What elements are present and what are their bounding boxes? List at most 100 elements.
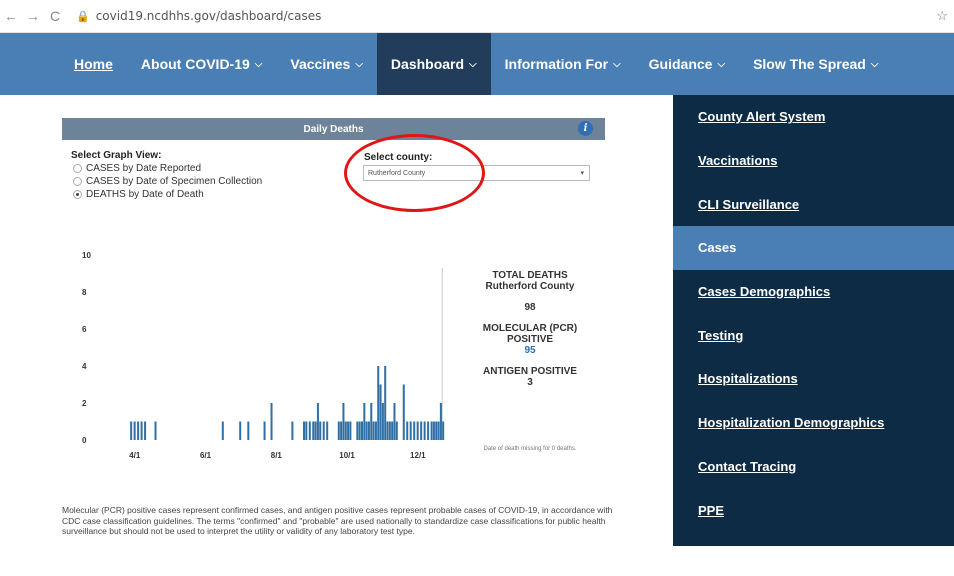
red-annotation-circle <box>344 134 485 212</box>
radio-button[interactable] <box>73 177 82 186</box>
sidebar-item-cli-surveillance[interactable]: CLI Surveillance <box>673 182 954 226</box>
deaths-bar <box>437 421 440 440</box>
y-tick-label: 6 <box>82 325 87 334</box>
y-tick-label: 2 <box>82 399 87 408</box>
deaths-bar <box>416 421 419 440</box>
deaths-bar <box>326 421 329 440</box>
deaths-bar <box>312 421 315 440</box>
sidebar-item-county-alert-system[interactable]: County Alert System <box>673 95 954 139</box>
bookmark-star-icon[interactable]: ☆ <box>936 8 948 24</box>
nav-dashboard[interactable]: Dashboard ⌵ <box>376 33 491 95</box>
nav-label: Vaccines <box>290 56 351 72</box>
deaths-bar <box>381 403 384 440</box>
radio-cases-by-specimen-date[interactable]: CASES by Date of Specimen Collection <box>73 176 262 187</box>
main-nav: Home About COVID-19 ⌵ Vaccines ⌵ Dashboard… <box>0 33 954 95</box>
sidebar-item-outbreaks-and-clusters[interactable]: Outbreaks and Clusters <box>673 532 954 576</box>
lock-icon: 🔒 <box>76 10 90 23</box>
nav-information-for[interactable]: Information For ⌵ <box>491 33 635 95</box>
sidebar-item-vaccinations[interactable]: Vaccinations <box>673 139 954 183</box>
sidebar-item-contact-tracing[interactable]: Contact Tracing <box>673 445 954 489</box>
sidebar-item-cases[interactable]: Cases <box>673 226 954 270</box>
y-tick-label: 10 <box>82 251 91 260</box>
chevron-down-icon: ⌵ <box>254 58 263 70</box>
forward-icon[interactable]: → <box>22 8 44 24</box>
deaths-bar <box>413 421 416 440</box>
nav-label: Slow The Spread <box>753 56 866 72</box>
deaths-bar <box>367 421 370 440</box>
deaths-bar <box>263 421 266 440</box>
missing-date-note: Date of death missing for 0 deaths. <box>483 446 577 452</box>
chevron-down-icon: ⌵ <box>870 58 879 70</box>
sidebar-item-hospitalizations[interactable]: Hospitalizations <box>673 357 954 401</box>
radio-button[interactable] <box>73 190 82 199</box>
deaths-bar <box>361 421 363 440</box>
chevron-down-icon: ⌵ <box>717 58 726 70</box>
deaths-bar <box>435 421 438 440</box>
deaths-bar <box>377 366 380 440</box>
deaths-bar <box>388 421 391 440</box>
panel-header: Daily Deaths i <box>62 118 605 140</box>
chevron-down-icon: ⌵ <box>355 58 363 70</box>
deaths-bar <box>430 421 433 440</box>
nav-label: About COVID-19 <box>140 56 250 72</box>
deaths-bar <box>239 421 242 440</box>
nav-label: Information For <box>504 56 609 72</box>
chevron-down-icon: ▾ <box>580 170 584 177</box>
nav-label: Guidance <box>648 56 713 72</box>
radio-label: CASES by Date Reported <box>86 163 202 174</box>
panel-title: Daily Deaths <box>303 123 364 135</box>
sidebar-item-hospitalization-demographics[interactable]: Hospitalization Demographics <box>673 401 954 445</box>
nav-about[interactable]: About COVID-19 ⌵ <box>127 33 276 95</box>
deaths-bar <box>365 421 368 440</box>
sidebar-item-cases-demographics[interactable]: Cases Demographics <box>673 270 954 314</box>
deaths-bar <box>391 421 394 440</box>
back-icon[interactable]: ← <box>0 8 22 24</box>
deaths-bar <box>395 421 398 440</box>
x-tick-label: 10/1 <box>339 451 355 460</box>
deaths-bar <box>409 421 412 440</box>
reload-icon[interactable]: C <box>44 8 66 24</box>
x-tick-label: 6/1 <box>200 451 212 460</box>
deaths-bar <box>322 421 325 440</box>
nav-vaccines[interactable]: Vaccines ⌵ <box>276 33 377 95</box>
y-tick-label: 4 <box>82 362 87 371</box>
nav-guidance[interactable]: Guidance ⌵ <box>635 33 739 95</box>
chevron-down-icon: ⌵ <box>613 58 621 70</box>
deaths-bar <box>337 421 340 440</box>
pcr-label: MOLECULAR (PCR) POSITIVE <box>482 323 578 345</box>
deaths-bar <box>349 421 352 440</box>
deaths-bar <box>386 421 389 440</box>
dashboard-sidebar: County Alert System Vaccinations CLI Sur… <box>673 95 954 561</box>
radio-button[interactable] <box>73 164 82 173</box>
sidebar-item-testing[interactable]: Testing <box>673 313 954 357</box>
radio-deaths-by-date-of-death[interactable]: DEATHS by Date of Death <box>73 189 204 200</box>
deaths-bar <box>420 421 423 440</box>
nav-home[interactable]: Home <box>60 33 127 95</box>
deaths-bar <box>137 421 140 440</box>
deaths-bar <box>305 421 308 440</box>
deaths-bar <box>340 421 343 440</box>
browser-toolbar: ← → C 🔒 covid19.ncdhhs.gov/dashboard/cas… <box>0 0 954 33</box>
address-bar[interactable]: covid19.ncdhhs.gov/dashboard/cases <box>96 9 322 23</box>
chevron-down-icon: ⌵ <box>469 58 477 70</box>
x-tick-label: 4/1 <box>129 451 141 460</box>
radio-cases-by-date-reported[interactable]: CASES by Date Reported <box>73 163 201 174</box>
graph-view-label: Select Graph View: <box>71 150 162 161</box>
deaths-bar <box>342 403 345 440</box>
sidebar-item-ppe[interactable]: PPE <box>673 488 954 532</box>
x-tick-label: 12/1 <box>410 451 426 460</box>
nav-label: Dashboard <box>390 56 465 72</box>
deaths-bar <box>303 421 305 440</box>
deaths-bar <box>314 421 317 440</box>
deaths-bar <box>270 403 273 440</box>
total-deaths-value: 98 <box>524 302 536 313</box>
y-tick-label: 0 <box>82 436 87 445</box>
daily-deaths-chart: 0 2 4 6 8 10 4/1 6/1 8/1 10/1 12/1 <box>82 251 445 460</box>
stats-panel: TOTAL DEATHS Rutherford County 98 MOLECU… <box>475 270 585 388</box>
stats-county: Rutherford County <box>485 281 575 292</box>
x-tick-label: 8/1 <box>271 451 283 460</box>
info-icon[interactable]: i <box>578 121 593 136</box>
nav-slow-the-spread[interactable]: Slow The Spread ⌵ <box>739 33 892 95</box>
nav-label: Home <box>74 56 113 72</box>
footer-note: Molecular (PCR) positive cases represent… <box>62 505 613 536</box>
